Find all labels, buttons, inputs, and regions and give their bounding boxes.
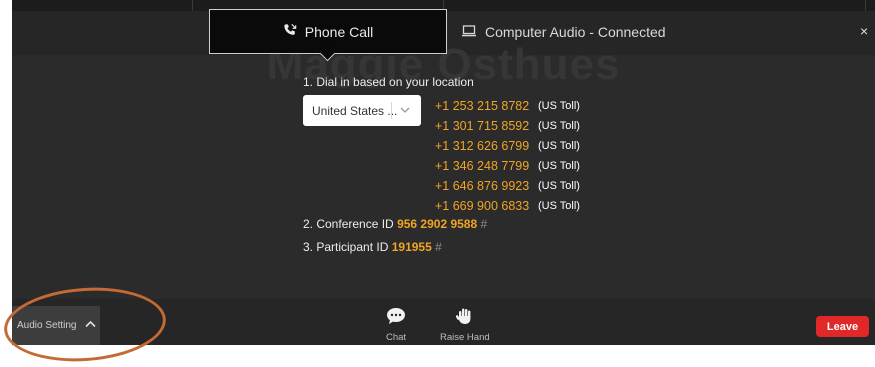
participant-id-label: 3. Participant ID — [303, 240, 389, 254]
country-select[interactable]: United States ... — [303, 95, 421, 126]
dial-in-number-row: +1 669 900 6833 (US Toll) — [435, 196, 580, 216]
number-type: (US Toll) — [538, 120, 580, 132]
tab-computer-audio[interactable]: Computer Audio - Connected — [458, 14, 698, 50]
step1-label: 1. Dial in based on your location — [303, 75, 474, 89]
dial-in-number-list: +1 253 215 8782 (US Toll) +1 301 715 859… — [435, 96, 580, 216]
conference-id-line: 2. Conference ID 956 2902 9588 # — [303, 217, 487, 231]
meeting-window: Maggie Osthues Phone Call Computer Audio… — [12, 0, 875, 345]
number-type: (US Toll) — [538, 140, 580, 152]
hash-symbol: # — [435, 240, 442, 254]
conference-id-label: 2. Conference ID — [303, 217, 394, 231]
dial-in-number[interactable]: +1 312 626 6799 — [435, 139, 538, 153]
tab-phone-call[interactable]: Phone Call — [209, 9, 447, 54]
monitor-icon — [462, 24, 476, 40]
tab-computer-audio-label: Computer Audio - Connected — [485, 24, 666, 40]
dial-in-number[interactable]: +1 669 900 6833 — [435, 199, 538, 213]
country-select-value: United States ... — [312, 103, 398, 118]
raise-hand-button[interactable]: Raise Hand — [440, 307, 490, 343]
chevron-down-icon — [400, 104, 410, 119]
chat-bubble-icon — [386, 307, 406, 328]
conference-id-value: 956 2902 9588 — [397, 217, 478, 231]
number-type: (US Toll) — [538, 160, 580, 172]
number-type: (US Toll) — [538, 200, 580, 212]
dial-in-number[interactable]: +1 646 876 9923 — [435, 179, 538, 193]
close-icon[interactable]: × — [860, 24, 868, 38]
participant-id-line: 3. Participant ID 191955 # — [303, 240, 442, 254]
dial-in-number[interactable]: +1 346 248 7799 — [435, 159, 538, 173]
dial-in-number-row: +1 301 715 8592 (US Toll) — [435, 116, 580, 136]
hash-symbol: # — [480, 217, 488, 231]
dial-in-number-row: +1 346 248 7799 (US Toll) — [435, 156, 580, 176]
dial-in-number[interactable]: +1 253 215 8782 — [435, 99, 538, 113]
tab-phone-call-label: Phone Call — [304, 23, 374, 40]
leave-button[interactable]: Leave — [816, 316, 869, 337]
divider — [192, 0, 193, 11]
raise-hand-label: Raise Hand — [440, 332, 490, 343]
hand-icon — [455, 307, 474, 328]
phone-icon — [283, 23, 297, 40]
chat-label: Chat — [386, 332, 407, 343]
dial-in-number-row: +1 646 876 9923 (US Toll) — [435, 176, 580, 196]
participant-id-value: 191955 — [391, 240, 432, 254]
number-type: (US Toll) — [538, 180, 580, 192]
dial-in-number-row: +1 312 626 6799 (US Toll) — [435, 136, 580, 156]
dial-in-number-row: +1 253 215 8782 (US Toll) — [435, 96, 580, 116]
select-divider — [391, 102, 392, 119]
dial-in-number[interactable]: +1 301 715 8592 — [435, 119, 538, 133]
divider — [865, 0, 866, 11]
chat-button[interactable]: Chat — [386, 307, 406, 343]
number-type: (US Toll) — [538, 100, 580, 112]
